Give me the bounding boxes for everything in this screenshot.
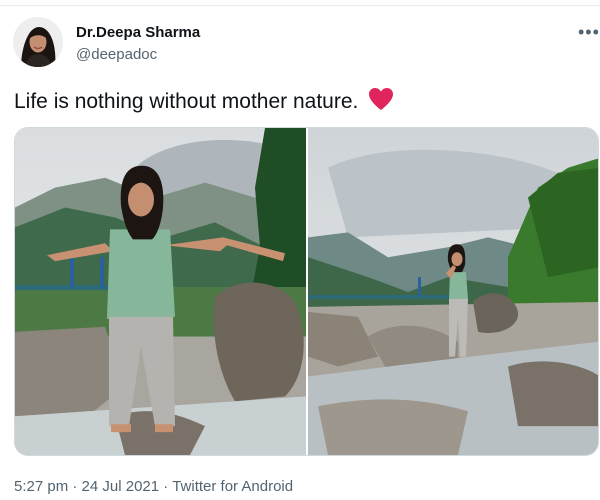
more-options-icon[interactable]: ••• <box>578 22 600 43</box>
top-divider <box>0 5 600 6</box>
tweet-text: Life is nothing without mother nature. <box>14 87 394 117</box>
photo-left-image <box>15 128 306 455</box>
photo-left[interactable] <box>15 128 306 455</box>
author-display-name[interactable]: Dr.Deepa Sharma <box>76 24 200 41</box>
tweet-metadata: 5:27 pm · 24 Jul 2021 · Twitter for Andr… <box>14 478 293 495</box>
author-avatar[interactable] <box>13 17 63 67</box>
meta-separator: · <box>72 478 78 495</box>
meta-separator: · <box>163 478 169 495</box>
tweet-source[interactable]: Twitter for Android <box>172 478 293 495</box>
red-heart-icon <box>368 87 394 117</box>
avatar-photo <box>13 17 63 67</box>
tweet-media-grid <box>14 127 599 456</box>
tweet-time[interactable]: 5:27 pm <box>14 478 68 495</box>
photo-right-image <box>308 128 598 455</box>
author-handle[interactable]: @deepadoc <box>76 46 157 63</box>
tweet-date[interactable]: 24 Jul 2021 <box>82 478 160 495</box>
tweet-text-content: Life is nothing without mother nature. <box>14 90 359 113</box>
photo-right[interactable] <box>308 128 598 455</box>
